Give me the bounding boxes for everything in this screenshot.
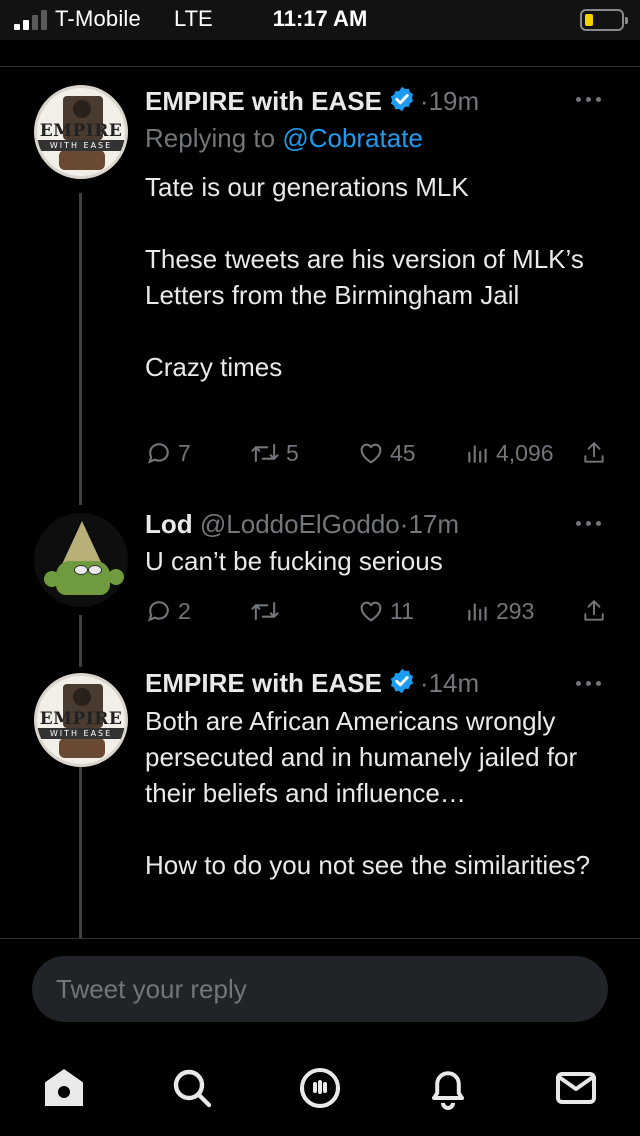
replying-prefix: Replying to bbox=[145, 123, 283, 153]
search-icon bbox=[173, 1069, 212, 1108]
home-icon bbox=[45, 1069, 83, 1106]
reply-count: 2 bbox=[178, 597, 191, 624]
conversation-thread[interactable]: EMPIRE WITH EASE EMPIRE with EASE ·19m Re… bbox=[0, 67, 640, 938]
thread-connector-line bbox=[79, 615, 82, 667]
display-name[interactable]: EMPIRE with EASE bbox=[145, 86, 382, 116]
more-options-icon[interactable] bbox=[576, 97, 608, 105]
reply-input[interactable] bbox=[56, 956, 576, 1022]
tab-notifications[interactable] bbox=[424, 1064, 472, 1112]
bottom-tab-bar bbox=[0, 1046, 640, 1136]
verified-badge-icon bbox=[388, 667, 416, 702]
reply-icon bbox=[147, 601, 169, 622]
replying-to: Replying to @Cobratate bbox=[145, 123, 423, 154]
avatar[interactable]: EMPIRE WITH EASE bbox=[34, 85, 128, 179]
reply-icon bbox=[147, 443, 169, 464]
tab-spaces[interactable] bbox=[296, 1064, 344, 1112]
tweet-header: EMPIRE with EASE ·14m bbox=[145, 667, 479, 702]
tweet-header: Lod @LoddoElGoddo·17m bbox=[145, 509, 459, 540]
share-icon bbox=[584, 442, 604, 463]
display-name[interactable]: Lod bbox=[145, 509, 193, 539]
like-button[interactable]: 11 bbox=[357, 593, 414, 629]
view-count: 4,096 bbox=[496, 439, 554, 466]
battery-icon bbox=[580, 9, 628, 31]
divider bbox=[0, 938, 640, 939]
share-button[interactable] bbox=[581, 593, 607, 629]
retweet-button[interactable]: 5 bbox=[249, 435, 299, 471]
views-button[interactable]: 293 bbox=[465, 593, 534, 629]
more-options-icon[interactable] bbox=[576, 521, 608, 529]
avatar-logo-subtext: WITH EASE bbox=[37, 140, 125, 151]
tweet-text[interactable]: Tate is our generations MLK These tweets… bbox=[145, 169, 615, 385]
more-options-icon[interactable] bbox=[576, 681, 608, 689]
avatar[interactable] bbox=[34, 513, 128, 607]
like-count: 11 bbox=[390, 597, 414, 624]
tweet-header: EMPIRE with EASE ·19m bbox=[145, 85, 479, 120]
avatar-logo-subtext: WITH EASE bbox=[37, 728, 125, 739]
display-name[interactable]: EMPIRE with EASE bbox=[145, 668, 382, 698]
tweet-timestamp[interactable]: 19m bbox=[429, 86, 480, 116]
avatar-logo-text: EMPIRE bbox=[39, 121, 123, 141]
view-count: 293 bbox=[496, 597, 535, 624]
status-time: 11:17 AM bbox=[272, 6, 368, 31]
share-icon bbox=[584, 600, 604, 621]
verified-badge-icon bbox=[388, 85, 416, 120]
avatar[interactable]: EMPIRE WITH EASE bbox=[34, 673, 128, 767]
retweet-icon bbox=[251, 443, 279, 463]
tweet-text[interactable]: Both are African Americans wrongly perse… bbox=[145, 703, 615, 883]
thread-connector-line bbox=[79, 193, 82, 505]
user-handle[interactable]: @LoddoElGoddo bbox=[200, 509, 400, 539]
spaces-icon bbox=[300, 1068, 340, 1108]
tab-messages[interactable] bbox=[552, 1064, 600, 1112]
views-button[interactable]: 4,096 bbox=[465, 435, 554, 471]
like-count: 45 bbox=[390, 439, 416, 466]
reply-composer[interactable] bbox=[32, 956, 608, 1022]
separator-dot: · bbox=[419, 668, 429, 698]
tweet-text[interactable]: U can’t be fucking serious bbox=[145, 543, 615, 579]
retweet-icon bbox=[251, 601, 279, 621]
reply-button[interactable]: 7 bbox=[145, 435, 191, 471]
analytics-icon bbox=[468, 445, 487, 463]
heart-icon bbox=[360, 443, 382, 464]
status-bar: T-Mobile LTE 11:17 AM bbox=[0, 0, 640, 40]
heart-icon bbox=[360, 601, 382, 622]
tab-home[interactable] bbox=[40, 1064, 88, 1112]
messages-icon bbox=[556, 1072, 596, 1104]
tweet-timestamp[interactable]: 17m bbox=[408, 509, 459, 539]
tweet-actions: 2 11 293 bbox=[145, 593, 615, 629]
share-button[interactable] bbox=[581, 435, 607, 471]
thread-connector-line bbox=[79, 767, 82, 938]
avatar-logo-text: EMPIRE bbox=[39, 709, 123, 729]
separator-dot: · bbox=[419, 86, 429, 116]
reply-button[interactable]: 2 bbox=[145, 593, 191, 629]
tweet-timestamp[interactable]: 14m bbox=[429, 668, 480, 698]
retweet-button[interactable] bbox=[249, 593, 286, 629]
tweet-actions: 7 5 45 4,096 bbox=[145, 435, 615, 471]
reply-count: 7 bbox=[178, 439, 191, 466]
like-button[interactable]: 45 bbox=[357, 435, 416, 471]
mention-link[interactable]: @Cobratate bbox=[282, 123, 423, 153]
retweet-count: 5 bbox=[286, 439, 299, 466]
notifications-icon bbox=[432, 1071, 464, 1110]
tab-search[interactable] bbox=[168, 1064, 216, 1112]
analytics-icon bbox=[468, 603, 487, 621]
